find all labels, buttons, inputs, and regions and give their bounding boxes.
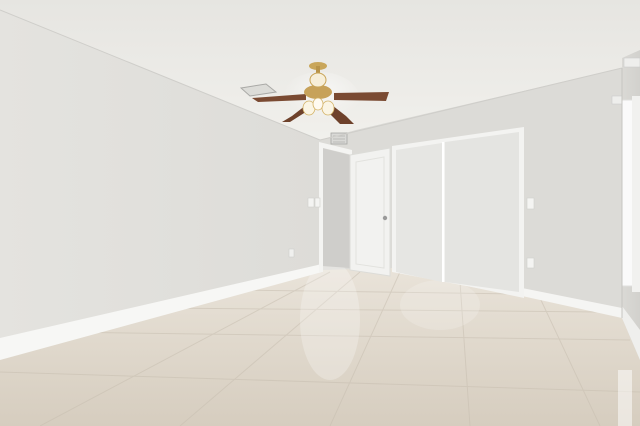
- hallway-opening: [322, 148, 350, 268]
- wall-box-2: [623, 57, 640, 68]
- hallway-door-frame: [319, 144, 323, 272]
- floor-reflection-2: [400, 280, 480, 330]
- closet-door-right: [445, 132, 519, 292]
- fan-light-shade-center: [312, 97, 324, 111]
- window-frame: [632, 96, 640, 292]
- room-illustration: [0, 0, 640, 426]
- closet-door-left: [396, 143, 442, 282]
- empty-room-photo: [0, 0, 640, 426]
- fan-light-shade-right: [321, 100, 335, 116]
- light-switch-right: [526, 197, 535, 210]
- wall-outlet-back: [526, 257, 535, 269]
- wall-outlet-left: [288, 248, 295, 258]
- window-reflection: [618, 370, 632, 426]
- wall-box: [611, 95, 623, 105]
- fan-blade-right: [334, 92, 389, 101]
- light-switch-left: [307, 197, 315, 208]
- light-switch-left-2: [314, 197, 321, 208]
- fan-light-shade-top: [309, 72, 327, 88]
- door-knob: [382, 215, 388, 221]
- wall-vent: [330, 132, 348, 145]
- floor-reflection: [300, 260, 360, 380]
